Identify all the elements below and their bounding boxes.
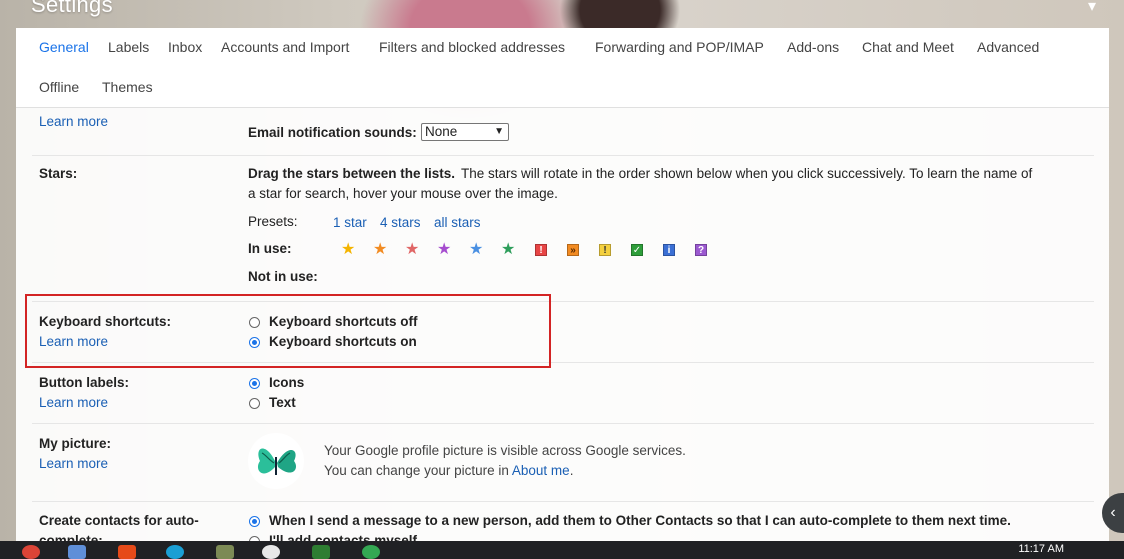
button-labels-row: Button labels: Learn more Icons Text [32, 362, 1094, 424]
preset-all-stars-link[interactable]: all stars [434, 215, 481, 230]
skype-icon[interactable] [166, 545, 184, 559]
notifications-learn-more-link[interactable]: Learn more [39, 114, 108, 129]
keyboard-off-radio[interactable] [249, 317, 260, 328]
green-check-icon[interactable]: ✓ [631, 244, 643, 256]
account-menu[interactable]: ▾ [1088, 0, 1096, 16]
stars-desc-line1: The stars will rotate in the order shown… [461, 166, 1033, 181]
keyboard-on-radio[interactable] [249, 337, 260, 348]
keyboard-shortcuts-row: Keyboard shortcuts: Learn more Keyboard … [32, 301, 1094, 363]
sounds-label: Email notification sounds: [248, 125, 417, 140]
files-app-icon[interactable] [68, 545, 86, 559]
system-clock: 11:17 AM [1018, 543, 1064, 555]
about-me-link[interactable]: About me [512, 463, 570, 478]
os-taskbar: 11:17 AM [0, 541, 1124, 559]
keyboard-shortcuts-label: Keyboard shortcuts: [39, 314, 172, 329]
yellow-star-icon[interactable]: ★ [341, 242, 355, 258]
sounds-select[interactable]: None ▼ [421, 123, 509, 141]
tab-general[interactable]: General [39, 39, 89, 55]
tab-offline[interactable]: Offline [39, 79, 79, 95]
tab-addons[interactable]: Add-ons [787, 39, 839, 55]
auto-add-contacts-label[interactable]: When I send a message to a new person, a… [269, 513, 1011, 528]
chevron-left-icon: ‹ [1110, 504, 1116, 521]
orange-star-icon[interactable]: ★ [373, 242, 387, 258]
preset-4-stars-link[interactable]: 4 stars [380, 215, 421, 230]
chrome-icon[interactable] [22, 545, 40, 559]
text-label[interactable]: Text [269, 395, 296, 410]
picture-info-line2: You can change your picture in About me. [324, 463, 574, 478]
page-title: Settings [31, 0, 113, 17]
not-in-use-label: Not in use: [248, 269, 318, 284]
tab-themes[interactable]: Themes [102, 79, 153, 95]
orange-guillemet-icon[interactable]: » [567, 244, 579, 256]
chevron-down-icon[interactable]: ▾ [1088, 0, 1096, 15]
stars-label: Stars: [39, 166, 78, 181]
blue-star-icon[interactable]: ★ [469, 242, 483, 258]
my-picture-row: My picture: Learn more Your Google profi… [32, 423, 1094, 502]
keyboard-off-label[interactable]: Keyboard shortcuts off [269, 314, 418, 329]
yellow-bang-icon[interactable]: ! [599, 244, 611, 256]
button-labels-label: Button labels: [39, 375, 129, 390]
stars-desc-bold: Drag the stars between the lists. [248, 166, 456, 181]
blue-info-icon[interactable]: i [663, 244, 675, 256]
notifications-row: Learn more Email notification sounds: No… [32, 107, 1094, 156]
butterfly-icon [257, 448, 297, 475]
in-use-label: In use: [248, 241, 292, 256]
tab-forwarding[interactable]: Forwarding and POP/IMAP [595, 39, 764, 55]
app-icon[interactable] [216, 545, 234, 559]
my-picture-learn-more-link[interactable]: Learn more [39, 456, 108, 471]
icons-radio[interactable] [249, 378, 260, 389]
tab-advanced[interactable]: Advanced [977, 39, 1039, 55]
stars-row: Stars: Drag the stars between the lists.… [32, 155, 1094, 302]
tab-chat-meet[interactable]: Chat and Meet [862, 39, 954, 55]
tab-inbox[interactable]: Inbox [168, 39, 202, 55]
tab-accounts-import[interactable]: Accounts and Import [221, 39, 349, 55]
text-radio[interactable] [249, 398, 260, 409]
settings-panel: General Labels Inbox Accounts and Import… [16, 28, 1109, 559]
tab-filters[interactable]: Filters and blocked addresses [379, 39, 565, 55]
app-icon[interactable] [362, 545, 380, 559]
auto-add-contacts-radio[interactable] [249, 516, 260, 527]
keyboard-on-label[interactable]: Keyboard shortcuts on [269, 334, 417, 349]
red-bang-icon[interactable]: ! [535, 244, 547, 256]
app-icon[interactable] [262, 545, 280, 559]
my-picture-label: My picture: [39, 436, 112, 451]
keyboard-learn-more-link[interactable]: Learn more [39, 334, 108, 349]
tab-labels[interactable]: Labels [108, 39, 149, 55]
app-icon[interactable] [312, 545, 330, 559]
app-icon[interactable] [118, 545, 136, 559]
create-contacts-label-line1: Create contacts for auto- [39, 513, 199, 528]
button-labels-learn-more-link[interactable]: Learn more [39, 395, 108, 410]
purple-star-icon[interactable]: ★ [437, 242, 451, 258]
settings-tabs: General Labels Inbox Accounts and Import… [16, 28, 1109, 108]
red-star-icon[interactable]: ★ [405, 242, 419, 258]
purple-question-icon[interactable]: ? [695, 244, 707, 256]
preset-1-star-link[interactable]: 1 star [333, 215, 367, 230]
green-star-icon[interactable]: ★ [501, 242, 515, 258]
presets-label: Presets: [248, 214, 298, 229]
icons-label[interactable]: Icons [269, 375, 304, 390]
profile-picture-avatar[interactable] [248, 433, 304, 489]
chevron-down-icon: ▼ [494, 126, 504, 137]
picture-info-line1: Your Google profile picture is visible a… [324, 443, 686, 458]
stars-desc-line2: a star for search, hover your mouse over… [248, 186, 558, 201]
